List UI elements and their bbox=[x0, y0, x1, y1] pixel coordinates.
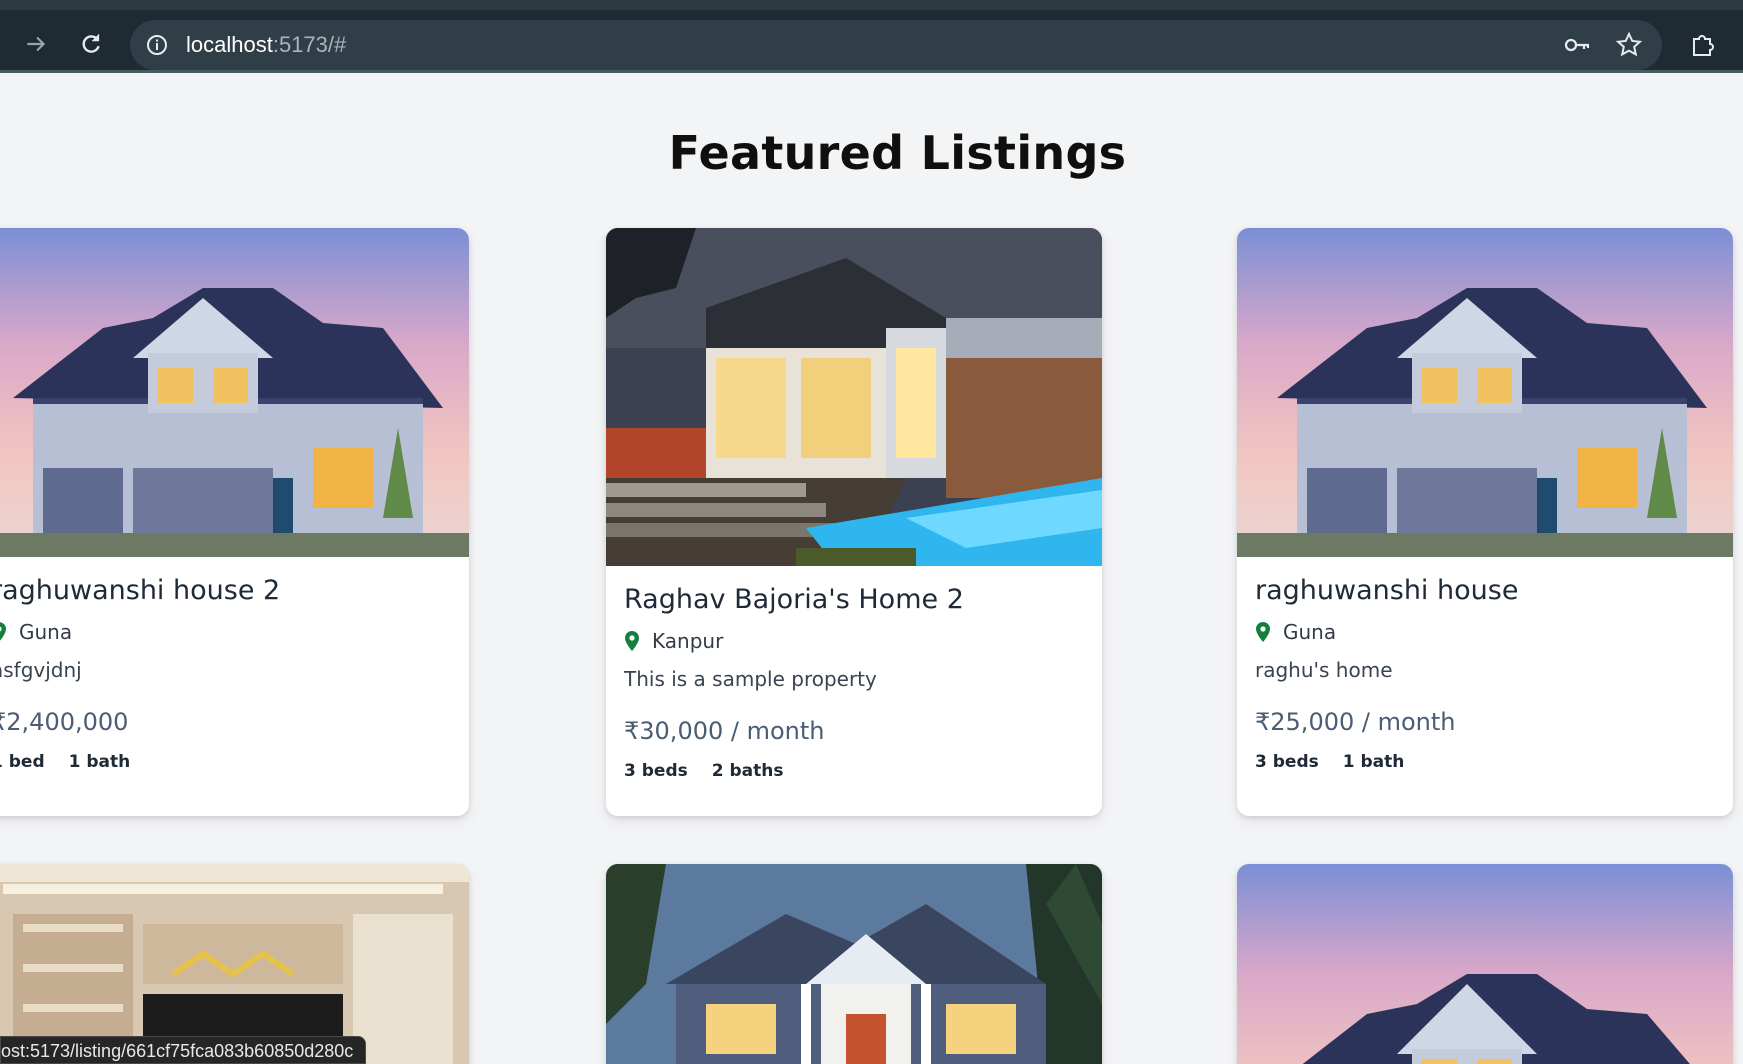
listing-image[interactable] bbox=[606, 228, 1102, 566]
map-pin-icon bbox=[625, 631, 639, 651]
url-host: localhost bbox=[186, 32, 273, 57]
listing-card[interactable] bbox=[0, 864, 469, 1064]
listing-baths: 1 bath bbox=[68, 752, 131, 772]
listing-location: Kanpur bbox=[624, 629, 1084, 653]
reload-icon bbox=[82, 34, 100, 53]
listing-image[interactable] bbox=[606, 864, 1102, 1064]
listing-meta: 1 bed 1 bath bbox=[0, 752, 451, 772]
map-pin-icon bbox=[0, 622, 6, 641]
address-bar[interactable]: localhost:5173/# bbox=[130, 20, 1662, 70]
listing-card[interactable]: raghuwanshi house 2 Guna asfgvjdnj ₹2,40… bbox=[0, 228, 469, 816]
arrow-right-icon bbox=[27, 36, 46, 52]
listing-description: asfgvjdnj bbox=[0, 658, 82, 682]
map-pin-icon bbox=[1256, 622, 1270, 642]
listing-card[interactable]: Raghav Bajoria's Home 2 Kanpur This is a… bbox=[606, 228, 1102, 816]
listing-beds: 3 beds bbox=[1255, 752, 1319, 772]
listing-beds: 3 beds bbox=[624, 761, 688, 781]
listing-location-text: Kanpur bbox=[652, 629, 724, 653]
listing-baths: 1 bath bbox=[1342, 752, 1405, 772]
listing-image[interactable] bbox=[1237, 228, 1733, 557]
listing-location: Guna bbox=[1255, 620, 1715, 644]
bookmark-star-icon[interactable] bbox=[1614, 30, 1644, 65]
listing-price: ₹2,400,000 bbox=[0, 708, 129, 736]
listing-description: raghu's home bbox=[1255, 658, 1393, 682]
listing-title[interactable]: raghuwanshi house bbox=[1255, 575, 1715, 606]
listing-card[interactable]: raghuwanshi house Guna raghu's home ₹25,… bbox=[1237, 228, 1733, 816]
toolbar-divider bbox=[0, 70, 1743, 73]
listing-price: ₹30,000 / month bbox=[624, 717, 825, 745]
url-text[interactable]: localhost:5173/# bbox=[186, 32, 346, 58]
listing-title[interactable]: raghuwanshi house 2 bbox=[0, 575, 451, 606]
listing-meta: 3 beds 1 bath bbox=[1255, 752, 1715, 772]
listing-baths: 2 baths bbox=[711, 761, 784, 781]
listing-location-text: Guna bbox=[1283, 620, 1337, 644]
listing-meta: 3 beds 2 baths bbox=[624, 761, 1084, 781]
page-title: Featured Listings bbox=[668, 126, 1127, 180]
site-info-icon[interactable] bbox=[142, 30, 172, 60]
reload-button[interactable] bbox=[71, 24, 111, 64]
listing-title[interactable]: Raghav Bajoria's Home 2 bbox=[624, 584, 1084, 615]
listing-card[interactable] bbox=[606, 864, 1102, 1064]
forward-button[interactable] bbox=[16, 24, 56, 64]
password-key-icon[interactable] bbox=[1562, 30, 1592, 65]
listing-description: This is a sample property bbox=[624, 667, 877, 691]
listing-image[interactable] bbox=[0, 228, 469, 557]
extensions-button[interactable] bbox=[1683, 24, 1723, 64]
puzzle-icon bbox=[1693, 35, 1714, 56]
status-link-preview: ost:5173/listing/661cf75fca083b60850d280… bbox=[0, 1036, 367, 1064]
listing-price: ₹25,000 / month bbox=[1255, 708, 1456, 736]
browser-toolbar: localhost:5173/# bbox=[0, 0, 1743, 72]
listing-location-text: Guna bbox=[19, 620, 73, 644]
listing-card[interactable] bbox=[1237, 864, 1733, 1064]
listing-beds: 1 bed bbox=[0, 752, 45, 772]
listing-image[interactable] bbox=[0, 864, 469, 1064]
listing-image[interactable] bbox=[1237, 864, 1733, 1064]
url-path: :5173/# bbox=[272, 32, 347, 57]
listing-location: Guna bbox=[0, 620, 451, 644]
